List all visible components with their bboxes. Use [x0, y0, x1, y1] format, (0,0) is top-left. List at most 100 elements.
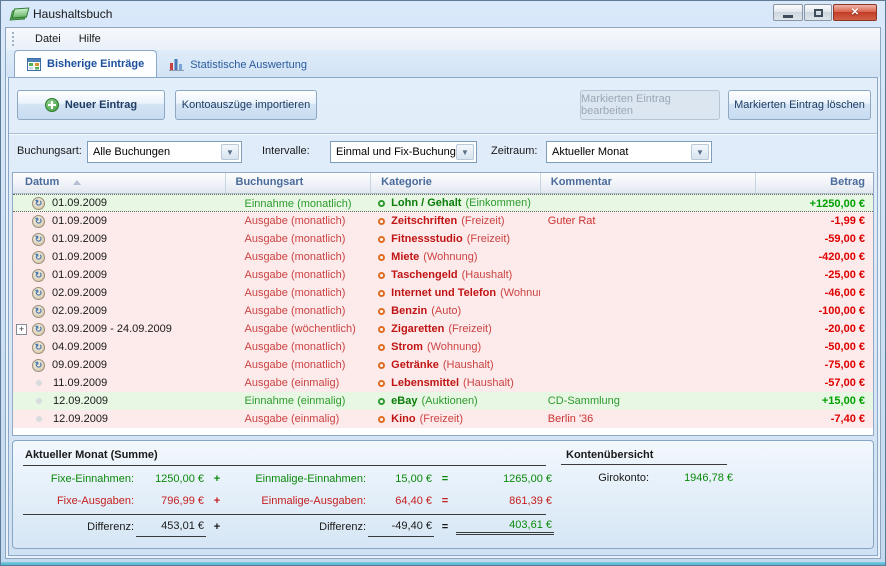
recurring-icon: ↻	[32, 359, 45, 372]
type-label: Ausgabe (monatlich)	[224, 212, 370, 230]
table-row[interactable]: ↻02.09.2009Ausgabe (monatlich)Internet u…	[13, 284, 873, 302]
column-header-datum[interactable]: Datum	[13, 173, 225, 193]
accounts-title: Kontenübersicht	[561, 449, 733, 461]
close-button[interactable]: ✕	[833, 4, 877, 21]
type-label: Ausgabe (monatlich)	[224, 266, 370, 284]
maximize-button[interactable]	[804, 4, 832, 21]
category-bullet-icon	[378, 290, 385, 297]
recurring-icon: ↻	[32, 197, 45, 210]
table-row[interactable]: ↻04.09.2009Ausgabe (monatlich)Strom(Wohn…	[13, 338, 873, 356]
date-cell: ↻01.09.2009	[13, 266, 224, 284]
table-row[interactable]: ↻09.09.2009Ausgabe (monatlich)Getränke(H…	[13, 356, 873, 374]
column-header-kategorie[interactable]: Kategorie	[370, 173, 540, 193]
summary-value2: 15,00 €	[368, 468, 434, 490]
delete-marked-label: Markierten Eintrag löschen	[734, 99, 865, 111]
date-cell: 12.09.2009	[13, 410, 224, 428]
column-label: Datum	[25, 176, 59, 188]
column-header-buchungsart[interactable]: Buchungsart	[225, 173, 371, 193]
category-cell: Kino(Freizeit)	[370, 410, 540, 428]
recurring-icon: ↻	[32, 251, 45, 264]
intervalle-select[interactable]: Einmal und Fix-Buchungen ▼	[330, 141, 477, 163]
import-statements-button[interactable]: Kontoauszüge importieren	[175, 90, 317, 120]
comment-label: Berlin '36	[548, 413, 594, 425]
tab-statistische-auswertung[interactable]: Statistische Auswertung	[157, 52, 319, 77]
menu-item-datei[interactable]: Datei	[26, 31, 70, 47]
summary-row: Fixe-Einnahmen:1250,00 €+Einmalige-Einna…	[23, 468, 554, 490]
table-row[interactable]: ↻01.09.2009Ausgabe (monatlich)Miete(Wohn…	[13, 248, 873, 266]
plus-circle-icon	[45, 98, 59, 112]
tab-bisherige-eintraege[interactable]: Bisherige Einträge	[14, 50, 157, 77]
category-name: Zeitschriften	[391, 212, 457, 230]
app-banknote-icon	[10, 6, 26, 22]
column-label: Betrag	[830, 176, 865, 188]
minimize-button[interactable]	[773, 4, 803, 21]
table-row[interactable]: ↻01.09.2009Ausgabe (monatlich)Fitnessstu…	[13, 230, 873, 248]
date-label: 02.09.2009	[52, 302, 107, 320]
new-entry-button[interactable]: Neuer Eintrag	[17, 90, 165, 120]
amount-label: -7,40 €	[755, 410, 873, 428]
date-label: 02.09.2009	[52, 284, 107, 302]
summary-op2: =	[434, 468, 456, 490]
table-row[interactable]: 12.09.2009Einnahme (einmalig)eBay(Auktio…	[13, 392, 873, 410]
comment-cell	[540, 248, 755, 266]
comment-cell	[540, 338, 755, 356]
table-row[interactable]: 11.09.2009Ausgabe (einmalig)Lebensmittel…	[13, 374, 873, 392]
category-cell: Taschengeld(Haushalt)	[370, 266, 540, 284]
category-name: Fitnessstudio	[391, 230, 463, 248]
filter-bar: Buchungsart: Alle Buchungen ▼ Intervalle…	[9, 134, 877, 171]
column-header-kommentar[interactable]: Kommentar	[540, 173, 755, 193]
summary-label1: Differenz:	[23, 516, 136, 538]
zeitraum-value: Aktueller Monat	[552, 146, 628, 158]
category-name: Kino	[391, 410, 415, 428]
type-label: Ausgabe (einmalig)	[224, 374, 370, 392]
once-icon	[36, 398, 42, 404]
menu-item-hilfe[interactable]: Hilfe	[70, 31, 110, 47]
date-cell: +↻03.09.2009 - 24.09.2009	[13, 320, 224, 338]
category-bullet-icon	[378, 308, 385, 315]
category-group: (Haushalt)	[463, 374, 514, 392]
title-bar[interactable]: Haushaltsbuch ✕	[1, 1, 885, 27]
type-label: Ausgabe (monatlich)	[224, 302, 370, 320]
table-row[interactable]: ↻02.09.2009Ausgabe (monatlich)Benzin(Aut…	[13, 302, 873, 320]
amount-label: -25,00 €	[755, 266, 873, 284]
category-cell: Lohn / Gehalt(Einkommen)	[370, 195, 540, 211]
table-row[interactable]: ↻01.09.2009Ausgabe (monatlich)Taschengel…	[13, 266, 873, 284]
type-label: Ausgabe (einmalig)	[224, 410, 370, 428]
accounts-title-rule	[561, 464, 727, 465]
buchungsart-select[interactable]: Alle Buchungen ▼	[87, 141, 242, 163]
chevron-down-icon: ▼	[456, 144, 474, 160]
comment-cell	[540, 230, 755, 248]
amount-label: -100,00 €	[755, 302, 873, 320]
comment-cell	[540, 374, 755, 392]
comment-cell	[540, 320, 755, 338]
column-header-betrag[interactable]: Betrag	[755, 173, 873, 193]
table-row[interactable]: ↻01.09.2009Ausgabe (monatlich)Zeitschrif…	[13, 212, 873, 230]
category-group: (Freizeit)	[448, 320, 491, 338]
minimize-icon	[783, 15, 793, 18]
category-cell: Lebensmittel(Haushalt)	[370, 374, 540, 392]
zeitraum-select[interactable]: Aktueller Monat ▼	[546, 141, 712, 163]
amount-label: +15,00 €	[755, 392, 873, 410]
table-row[interactable]: ↻01.09.2009Einnahme (monatlich)Lohn / Ge…	[13, 194, 873, 212]
client-area: Datei Hilfe Bisherige Einträge Statistis…	[5, 27, 881, 559]
date-cell: ↻ 02.09.2009	[13, 302, 224, 320]
amount-label: -420,00 €	[755, 248, 873, 266]
recurring-icon: ↻	[32, 305, 45, 318]
summary-title-rule	[23, 465, 546, 466]
type-label: Ausgabe (monatlich)	[224, 230, 370, 248]
category-bullet-icon	[378, 416, 385, 423]
category-bullet-icon	[378, 362, 385, 369]
table-row[interactable]: +↻03.09.2009 - 24.09.2009Ausgabe (wöchen…	[13, 320, 873, 338]
amount-label: -46,00 €	[755, 284, 873, 302]
category-name: Getränke	[391, 356, 439, 374]
account-balance: 1946,78 €	[649, 467, 733, 489]
buchungsart-value: Alle Buchungen	[93, 146, 170, 158]
category-bullet-icon	[378, 326, 385, 333]
type-label: Einnahme (monatlich)	[224, 195, 370, 211]
category-group: (Wohnung)	[423, 248, 477, 266]
expand-icon[interactable]: +	[16, 324, 27, 335]
recurring-icon: ↻	[32, 233, 45, 246]
delete-marked-button[interactable]: Markierten Eintrag löschen	[728, 90, 871, 120]
amount-label: -57,00 €	[755, 374, 873, 392]
table-row[interactable]: 12.09.2009Ausgabe (einmalig)Kino(Freizei…	[13, 410, 873, 428]
